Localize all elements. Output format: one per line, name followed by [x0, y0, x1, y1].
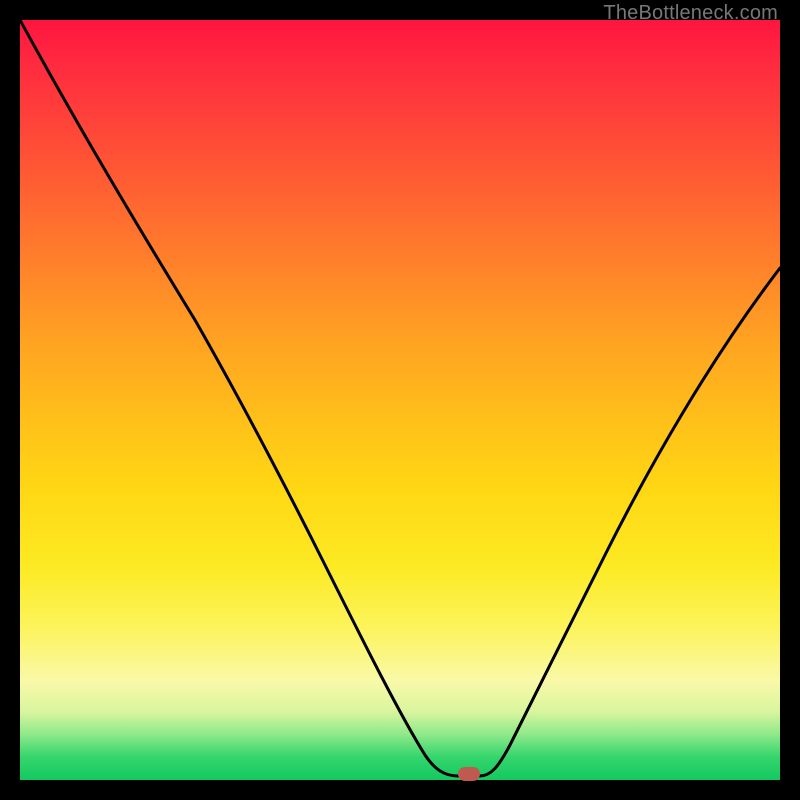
- bottleneck-curve: [20, 20, 780, 780]
- curve-path: [20, 20, 780, 776]
- chart-frame: TheBottleneck.com: [0, 0, 800, 800]
- watermark-text: TheBottleneck.com: [603, 2, 778, 25]
- optimum-marker: [458, 767, 480, 781]
- plot-area: [20, 20, 780, 780]
